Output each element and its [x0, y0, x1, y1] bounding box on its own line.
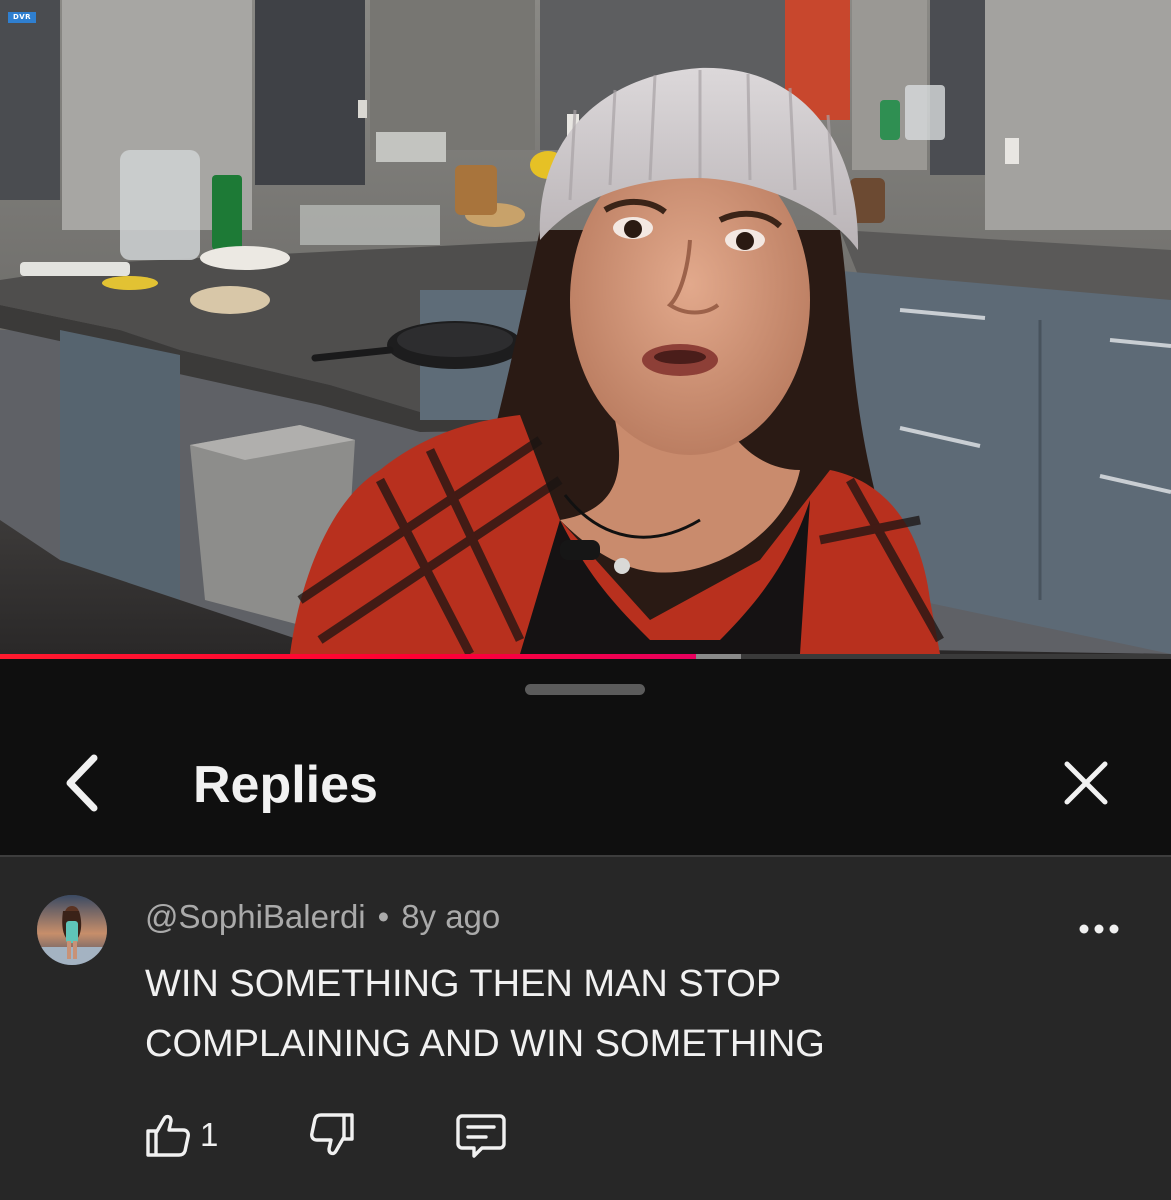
video-player[interactable]: DVR [0, 0, 1171, 654]
page-title: Replies [193, 756, 378, 814]
comment-actions: 1 [140, 1105, 560, 1165]
reply-icon [456, 1114, 506, 1158]
chevron-left-icon [66, 754, 98, 812]
like-button[interactable]: 1 [140, 1105, 218, 1165]
comment-text: WIN SOMETHING THEN MAN STOP COMPLAINING … [145, 963, 825, 1065]
replies-sheet: Replies @SophiBalerdi • 8y ago WIN SOMET… [0, 659, 1171, 1200]
sheet-header: Replies [0, 719, 1171, 855]
thumbs-up-icon [146, 1114, 190, 1157]
close-icon [1064, 761, 1108, 805]
back-button[interactable] [50, 751, 114, 815]
video-frame [0, 0, 1171, 654]
meta-separator: • [377, 898, 390, 935]
dvr-badge: DVR [8, 12, 36, 23]
comment-item: @SophiBalerdi • 8y ago WIN SOMETHING THEN … [0, 857, 1171, 1200]
dislike-button[interactable] [308, 1105, 360, 1165]
drag-handle[interactable] [525, 684, 645, 695]
avatar-image [37, 895, 107, 965]
more-options-button[interactable] [1072, 909, 1126, 949]
reply-button[interactable] [454, 1105, 508, 1165]
close-button[interactable] [1054, 751, 1118, 815]
avatar[interactable] [37, 895, 107, 965]
comment-time: 8y ago [401, 898, 501, 935]
more-options-icon [1079, 924, 1119, 934]
comment-author[interactable]: @SophiBalerdi [145, 898, 366, 935]
comment-meta: @SophiBalerdi • 8y ago [145, 897, 500, 937]
like-count: 1 [200, 1116, 219, 1153]
thumbs-down-icon [310, 1113, 354, 1156]
